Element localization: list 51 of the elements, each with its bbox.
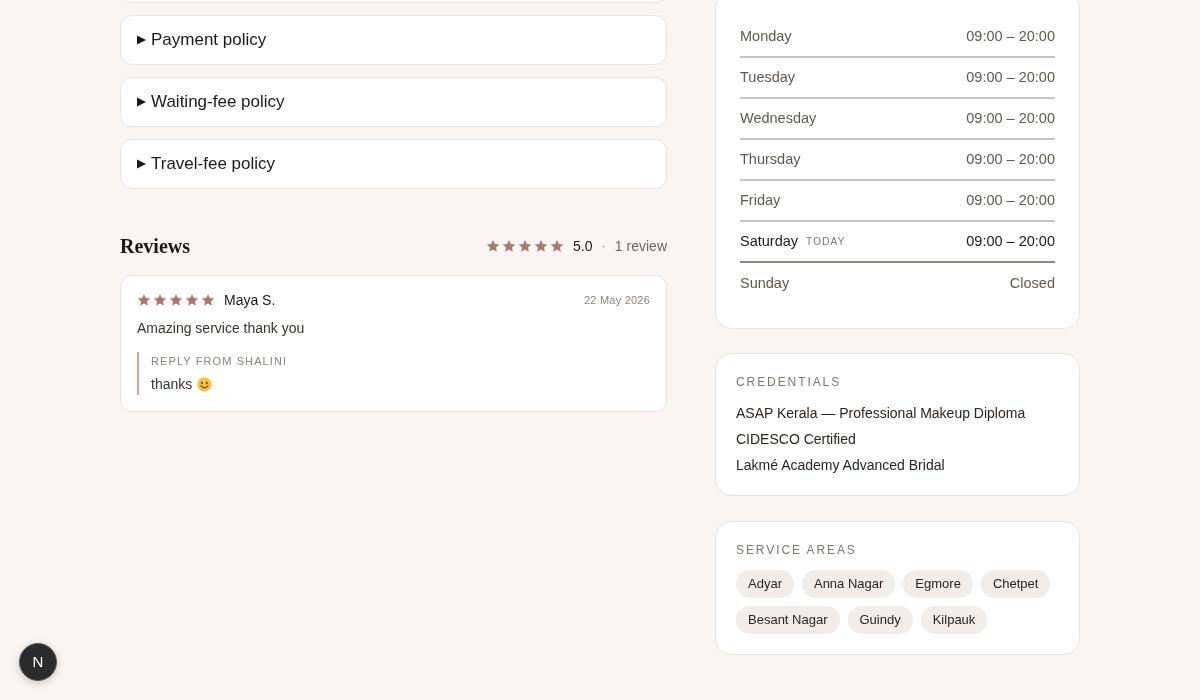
card-label: SERVICE AREAS [736,542,858,558]
policy-accordion[interactable]: Travel-fee policy [120,139,667,189]
opening-hours: 09:00 – 20:00 [966,231,1055,251]
card-label: CREDENTIALS [736,374,843,390]
area-chip: Egmore [903,570,973,598]
credential-item: CIDESCO Certified [736,430,857,449]
day-name: Friday [740,190,781,210]
star-icon [518,239,533,253]
opening-hours: 09:00 – 20:00 [966,108,1055,128]
review-count: 1 review [614,236,667,256]
reply-text: thanks [151,375,193,394]
rating-value: 5.0 [573,236,593,256]
area-chip: Guindy [847,606,913,634]
star-icon [550,239,565,253]
review-date: 22 May 2026 [583,292,650,308]
section-heading: Reviews [120,234,190,259]
star-icon [153,293,167,307]
separator-dot: · [601,237,606,256]
day-name: Thursday [740,149,801,169]
reviewer-name: Maya S. [224,290,276,310]
area-chip: Anna Nagar [801,570,896,598]
star-icon [201,293,215,307]
star-icon [486,239,501,253]
opening-hours: 09:00 – 20:00 [966,67,1055,87]
area-chip: Kilpauk [920,606,988,634]
star-icon [169,293,183,307]
area-chip: Chetpet [980,570,1051,598]
area-chip: Besant Nagar [736,606,840,634]
credential-item: ASAP Kerala — Professional Makeup Diploma [736,404,1027,423]
policy-accordion[interactable]: Waiting-fee policy [120,77,667,127]
opening-hours: Closed [1009,273,1055,293]
review-text: Amazing service thank you [137,319,306,338]
credential-item: Lakmé Academy Advanced Bridal [736,456,946,475]
opening-hours: 09:00 – 20:00 [966,190,1055,210]
today-label: TODAY [806,235,846,249]
star-icon [534,239,549,253]
day-name: Tuesday [740,67,796,87]
day-name: Monday [740,26,792,46]
day-name: Saturday [740,231,799,251]
policy-accordion[interactable]: Payment policy [120,15,667,65]
area-chip: Adyar [736,570,794,598]
opening-hours: 09:00 – 20:00 [966,26,1055,46]
reply-label: REPLY FROM SHALINI [151,354,289,369]
star-icon [502,239,517,253]
opening-hours: 09:00 – 20:00 [966,149,1055,169]
smiley-emoji-icon [197,376,213,392]
star-icon [185,293,199,307]
star-icon [137,293,151,307]
day-name: Sunday [740,273,790,293]
dev-indicator-button[interactable]: N [19,643,57,681]
day-name: Wednesday [740,108,817,128]
